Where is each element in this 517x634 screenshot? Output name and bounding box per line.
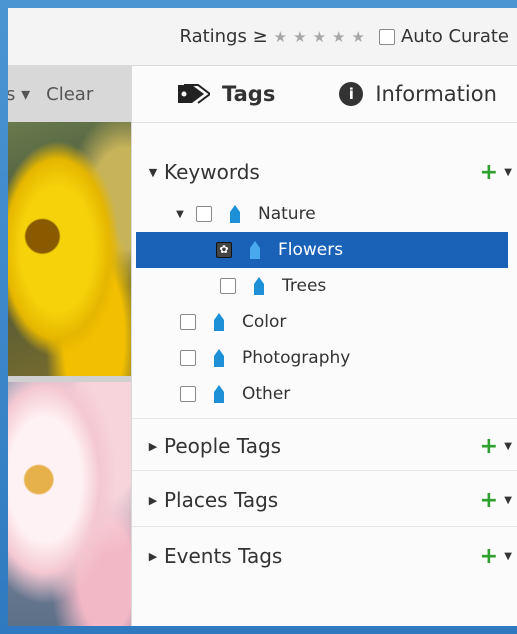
section-divider (132, 470, 517, 471)
ratings-bar: Ratings ≥ ★ ★ ★ ★ ★ Auto Curate (8, 8, 517, 66)
sort-dropdown[interactable]: s ▾ (8, 84, 30, 105)
media-toolbar: s ▾ Clear (8, 66, 131, 122)
star-icon[interactable]: ★ (332, 28, 345, 46)
tag-icon (178, 84, 210, 104)
add-people-plus-icon[interactable]: + (480, 434, 498, 459)
keyword-row-color[interactable]: Color (132, 304, 517, 340)
add-menu-arrow-icon[interactable]: ▼ (504, 441, 512, 452)
keyword-tag-icon (214, 385, 224, 403)
places-title: Places Tags (164, 488, 279, 512)
keyword-tag-icon (230, 205, 240, 223)
keyword-checkbox[interactable] (196, 206, 212, 222)
add-events-plus-icon[interactable]: + (480, 544, 498, 569)
keyword-checkbox[interactable] (180, 350, 196, 366)
star-icon[interactable]: ★ (313, 28, 326, 46)
keyword-row-flowers[interactable]: ✿ Flowers (136, 232, 508, 268)
keyword-checkbox[interactable] (220, 278, 236, 294)
photo-thumbnail-blossom[interactable] (8, 382, 131, 626)
auto-curate-checkbox[interactable] (378, 28, 395, 45)
section-divider (132, 418, 517, 419)
star-icon[interactable]: ★ (351, 28, 364, 46)
keyword-tag-icon (214, 313, 224, 331)
keyword-label: Other (242, 384, 291, 404)
people-section-header[interactable]: ▶ People Tags + ▼ (132, 422, 517, 470)
places-section-header[interactable]: ▶ Places Tags + ▼ (132, 476, 517, 524)
add-menu-arrow-icon[interactable]: ▼ (504, 551, 512, 562)
section-divider (132, 526, 517, 527)
photo-thumbnail-daffodil[interactable] (8, 122, 131, 376)
keyword-label: Color (242, 312, 287, 332)
people-title: People Tags (164, 434, 282, 458)
keyword-label: Photography (242, 348, 351, 368)
rating-stars[interactable]: ★ ★ ★ ★ ★ (274, 28, 365, 46)
star-icon[interactable]: ★ (274, 28, 287, 46)
tab-tags-label: Tags (222, 82, 276, 106)
keyword-row-photography[interactable]: Photography (132, 340, 517, 376)
ratings-label: Ratings ≥ (179, 26, 268, 47)
expand-arrow-icon[interactable]: ▶ (142, 494, 164, 507)
keyword-checkbox[interactable]: ✿ (216, 242, 232, 258)
keywords-section-header[interactable]: ▼ Keywords + ▼ (132, 148, 517, 196)
keyword-checkbox[interactable] (180, 386, 196, 402)
keyword-row-other[interactable]: Other (132, 376, 517, 412)
tab-information-label: Information (375, 82, 497, 106)
add-keyword-plus-icon[interactable]: + (480, 160, 498, 185)
keyword-label: Trees (282, 276, 327, 296)
expand-arrow-icon[interactable]: ▶ (142, 440, 164, 453)
keyword-row-trees[interactable]: Trees (132, 268, 517, 304)
star-icon[interactable]: ★ (293, 28, 306, 46)
add-places-plus-icon[interactable]: + (480, 488, 498, 513)
keyword-tag-icon (254, 277, 264, 295)
tags-panel: Tags i Information ▼ Keywords + ▼ ▼ Natu… (131, 66, 517, 626)
expand-arrow-icon[interactable]: ▼ (172, 209, 188, 220)
add-menu-arrow-icon[interactable]: ▼ (504, 167, 512, 178)
collapse-arrow-icon[interactable]: ▼ (142, 166, 164, 179)
info-icon: i (339, 82, 364, 106)
auto-curate-label: Auto Curate (400, 26, 509, 47)
events-section-header[interactable]: ▶ Events Tags + ▼ (132, 532, 517, 580)
events-title: Events Tags (164, 544, 283, 568)
clear-button[interactable]: Clear (46, 84, 93, 105)
keyword-tag-icon (250, 241, 260, 259)
add-menu-arrow-icon[interactable]: ▼ (504, 495, 512, 506)
panel-tabs: Tags i Information (132, 66, 517, 123)
media-strip: s ▾ Clear (8, 66, 131, 626)
app-window: Ratings ≥ ★ ★ ★ ★ ★ Auto Curate s ▾ Clea… (8, 8, 517, 626)
keyword-checkbox[interactable] (180, 314, 196, 330)
keyword-label: Flowers (278, 240, 344, 260)
tab-information[interactable]: i Information (339, 82, 497, 106)
keyword-tag-icon (214, 349, 224, 367)
expand-arrow-icon[interactable]: ▶ (142, 550, 164, 563)
keywords-title: Keywords (164, 160, 260, 184)
keyword-label: Nature (258, 204, 316, 224)
auto-curate-toggle[interactable]: Auto Curate (378, 26, 509, 47)
tab-tags[interactable]: Tags (176, 82, 275, 106)
keyword-row-nature[interactable]: ▼ Nature (132, 196, 517, 232)
